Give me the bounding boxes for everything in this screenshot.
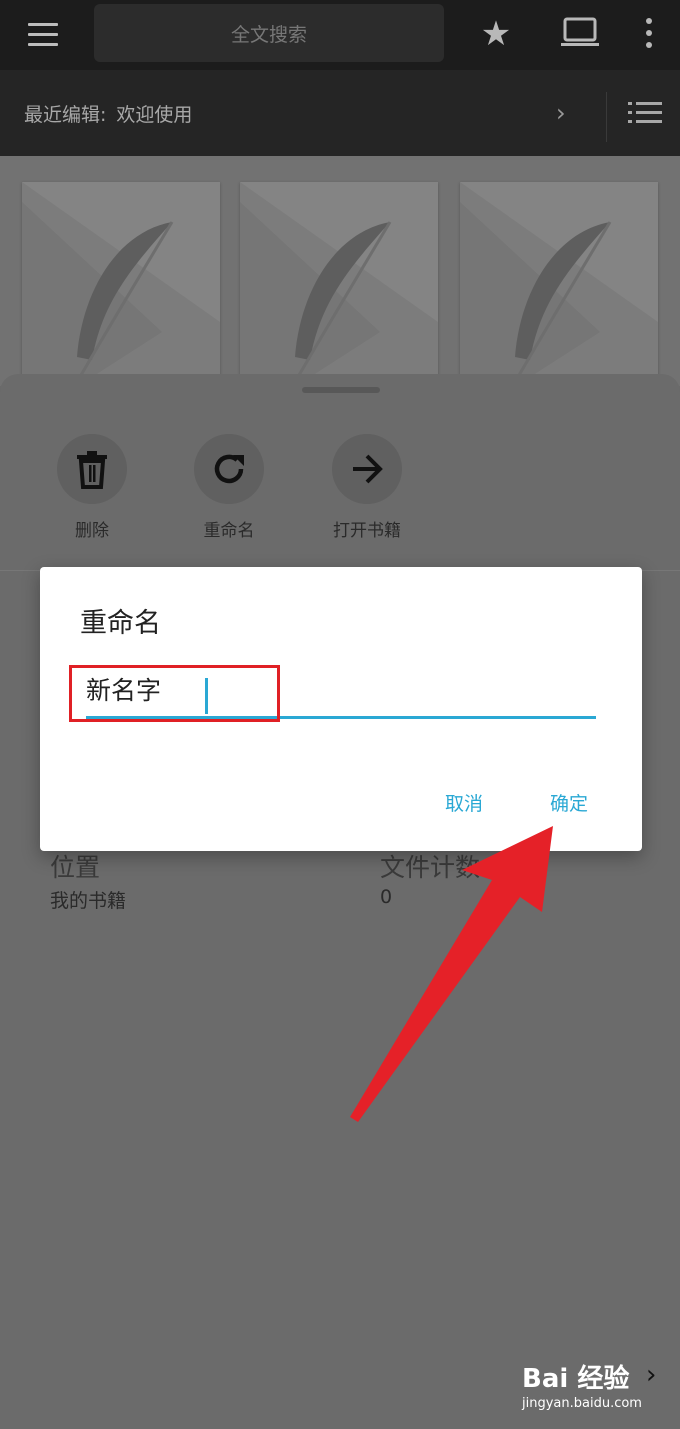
search-input[interactable]: 全文搜索 [94, 4, 444, 62]
refresh-icon [194, 434, 264, 504]
book-cover[interactable] [460, 182, 658, 386]
bottom-sheet: 删除 重命名 打开书籍 位置 我的书籍 文件计数 0 [0, 374, 680, 1429]
dialog-title: 重命名 [80, 608, 161, 639]
book-grid [0, 156, 680, 386]
recent-edit-value: 欢迎使用 [116, 104, 193, 126]
delete-button[interactable]: 删除 [37, 434, 147, 541]
location-value: 我的书籍 [50, 890, 127, 912]
rename-label: 重命名 [203, 521, 255, 541]
location-label: 位置 [50, 853, 101, 882]
watermark-brand: Bai 经验 [522, 1364, 630, 1394]
top-app-bar: 全文搜索 ★ [0, 0, 680, 70]
laptop-icon[interactable] [560, 16, 602, 52]
sheet-drag-handle[interactable] [302, 387, 380, 393]
book-cover[interactable] [240, 182, 438, 386]
file-count-value: 0 [380, 886, 393, 908]
arrow-right-icon [332, 434, 402, 504]
divider [606, 92, 607, 142]
open-book-button[interactable]: 打开书籍 [312, 434, 422, 541]
search-placeholder: 全文搜索 [230, 23, 307, 46]
more-vert-icon[interactable] [638, 16, 660, 52]
cancel-button[interactable]: 取消 [445, 789, 483, 816]
delete-label: 删除 [75, 521, 109, 541]
file-count-label: 文件计数 [380, 853, 481, 882]
trash-icon [57, 434, 127, 504]
rename-dialog: 重命名 取消 确定 [40, 567, 642, 851]
open-book-label: 打开书籍 [333, 521, 401, 541]
list-icon[interactable] [628, 98, 664, 128]
confirm-button[interactable]: 确定 [550, 789, 588, 816]
recent-edit-label: 最近编辑: [24, 104, 107, 126]
hamburger-menu-icon[interactable] [20, 18, 62, 52]
book-cover[interactable] [22, 182, 220, 386]
star-icon[interactable]: ★ [476, 12, 516, 56]
recent-edit-text[interactable]: 最近编辑: 欢迎使用 [24, 100, 192, 127]
chevron-right-icon[interactable]: › [556, 100, 576, 126]
watermark: Bai 经验 jingyan.baidu.com › [520, 1358, 670, 1418]
watermark-url: jingyan.baidu.com [522, 1396, 642, 1411]
rename-button[interactable]: 重命名 [174, 434, 284, 541]
recent-edit-bar: 最近编辑: 欢迎使用 › [0, 70, 680, 156]
chevron-right-icon: › [646, 1360, 657, 1390]
annotation-highlight-box [69, 665, 280, 722]
